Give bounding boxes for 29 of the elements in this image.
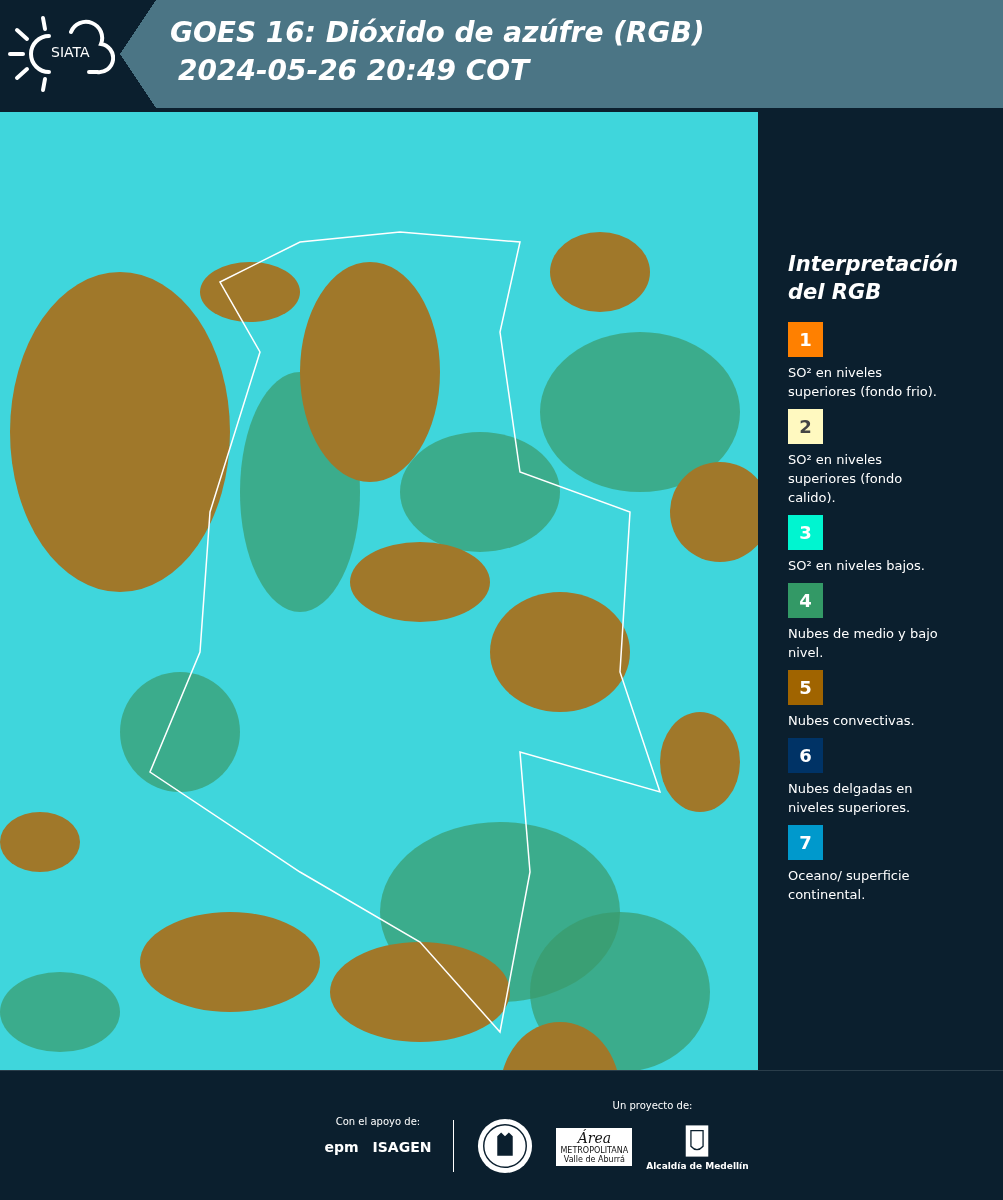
legend-text: SO² en niveles superiores (fondo calido). — [788, 451, 904, 507]
legend-text: Oceano/ superficie continental. — [788, 867, 911, 904]
legend-text: Nubes convectivas. — [788, 712, 916, 730]
logo-text: Valle de Aburrá — [563, 1155, 625, 1164]
legend-text: Nubes delgadas en niveles superiores. — [788, 780, 914, 817]
legend-swatch: 1 — [788, 322, 823, 357]
coat-of-arms-icon — [684, 1123, 711, 1159]
sponsor-logo: ISAGEN — [372, 1139, 432, 1155]
legend-swatch: 7 — [788, 825, 823, 860]
legend-swatch: 4 — [788, 583, 823, 618]
sponsor-logo: epm — [324, 1139, 359, 1155]
timestamp: 2024-05-26 20:49 COT — [177, 53, 532, 89]
project-label: Un proyecto de: — [612, 1100, 693, 1111]
logo-text: METROPOLITANA — [560, 1146, 629, 1155]
legend-swatch: 6 — [788, 738, 823, 773]
legend-swatch: 5 — [788, 670, 823, 705]
legend-swatch: 2 — [788, 409, 823, 444]
legend-title: Interpretación del RGB — [788, 251, 960, 306]
legend-text: Nubes de medio y bajo nivel. — [788, 625, 939, 662]
legend-text: SO² en niveles superiores (fondo frio). — [788, 364, 938, 401]
support-label: Con el apoyo de: — [335, 1116, 421, 1127]
page-title: GOES 16: Dióxido de azúfre (RGB) — [170, 15, 705, 51]
logo-text: Área — [577, 1130, 612, 1146]
legend-text: SO² en niveles bajos. — [788, 557, 926, 575]
logo-text: SIATA — [51, 44, 90, 60]
sun-cloud-icon — [5, 14, 115, 94]
legend-swatch: 3 — [788, 515, 823, 550]
seal-icon — [476, 1116, 535, 1175]
logo-text: Alcaldía de Medellín — [646, 1161, 749, 1171]
